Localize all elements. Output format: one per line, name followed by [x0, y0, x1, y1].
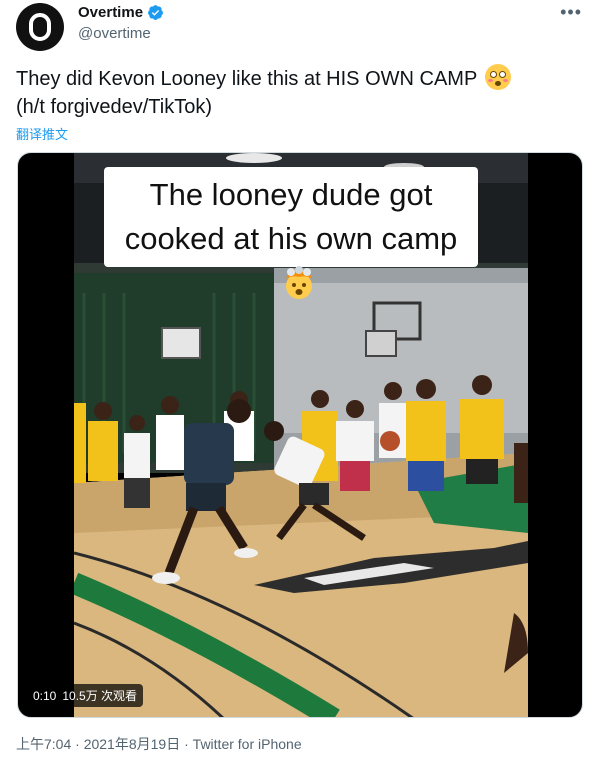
overtime-logo-icon: [29, 13, 51, 41]
video-view-count: 10.5万 次观看: [62, 689, 138, 703]
video-frame: The looney dude got cooked at his own ca…: [74, 153, 528, 717]
tweet-source-link[interactable]: Twitter for iPhone: [193, 736, 302, 752]
footer-separator-2: ·: [180, 736, 193, 752]
more-dots-icon[interactable]: •••: [560, 2, 582, 23]
tweet-text-line1: They did Kevon Looney like this at HIS O…: [16, 68, 477, 90]
tweet-text-line2: (h/t forgivedev/TikTok): [16, 96, 212, 118]
tweet-header: Overtime @overtime •••: [0, 0, 600, 60]
author-display-name[interactable]: Overtime: [78, 4, 143, 21]
verified-badge-icon: [148, 5, 163, 20]
video-caption-line1: The looney dude got: [149, 177, 433, 212]
tweet-date[interactable]: 2021年8月19日: [84, 736, 181, 752]
author-handle[interactable]: @overtime: [78, 25, 151, 42]
flushed-face-emoji-icon: [484, 64, 511, 90]
footer-separator: ·: [71, 736, 84, 752]
video-timestamp: 0:10: [33, 689, 57, 703]
video-player[interactable]: The looney dude got cooked at his own ca…: [17, 152, 583, 718]
avatar[interactable]: [16, 3, 64, 51]
author-name-row: Overtime: [78, 4, 164, 21]
tweet-footer: 上午7:04 · 2021年8月19日 · Twitter for iPhone: [16, 734, 302, 754]
video-caption-line2: cooked at his own camp: [124, 221, 458, 256]
video-time-badge: 0:10 10.5万 次观看: [27, 684, 144, 707]
tweet-text: They did Kevon Looney like this at HIS O…: [16, 64, 586, 121]
translate-tweet-link[interactable]: 翻译推文: [16, 124, 68, 143]
exploding-head-emoji-icon: [286, 266, 312, 299]
tweet-time[interactable]: 上午7:04: [16, 736, 71, 752]
video-caption-overlay: The looney dude got cooked at his own ca…: [104, 167, 478, 267]
